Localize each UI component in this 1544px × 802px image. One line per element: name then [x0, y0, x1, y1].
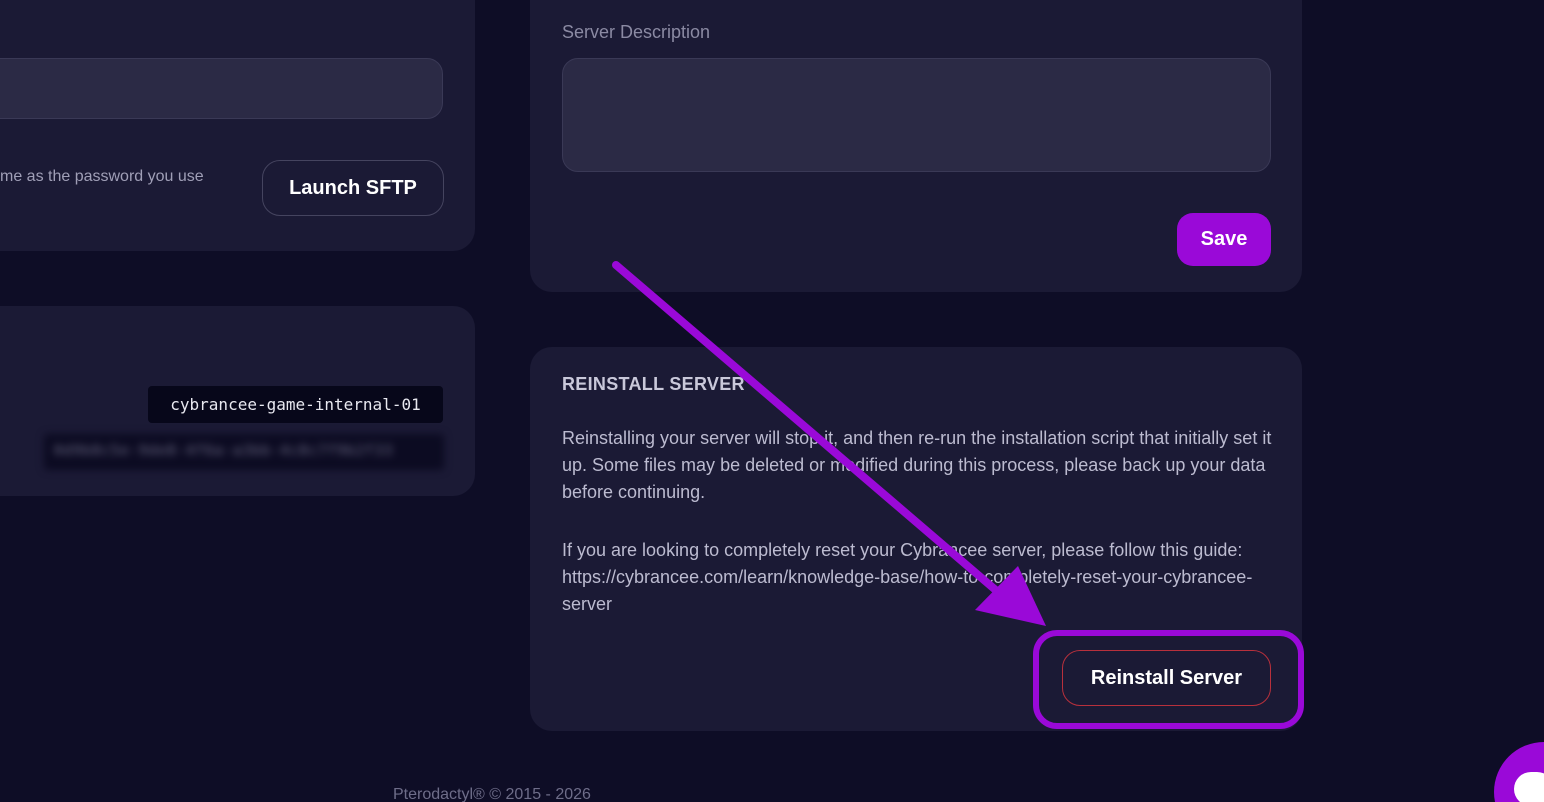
annotation-arrow [612, 261, 1046, 626]
arrow-shaft [612, 261, 1009, 602]
page: me as the password you use Launch SFTP c… [0, 0, 1544, 802]
arrow-head [975, 566, 1046, 626]
